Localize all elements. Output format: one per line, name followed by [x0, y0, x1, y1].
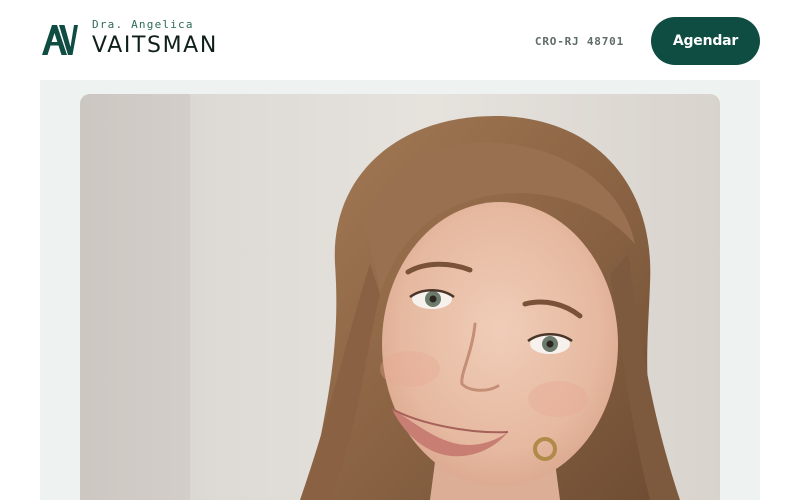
license-number: CRO-RJ 48701: [534, 35, 624, 48]
brand-logo-link[interactable]: Dra. Angelica VAITSMAN: [40, 18, 218, 60]
portrait-photo: [80, 94, 720, 500]
brand-name: Dra. Angelica VAITSMAN: [92, 18, 218, 60]
site-header: Dra. Angelica VAITSMAN CRO-RJ 48701 Agen…: [0, 0, 800, 80]
schedule-button[interactable]: Agendar: [651, 17, 760, 65]
brand-last-name: VAITSMAN: [92, 33, 218, 58]
hero-section: [40, 80, 760, 500]
monogram-logo: [42, 25, 78, 55]
portrait-illustration: [80, 94, 720, 500]
brand-first-name: Dra. Angelica: [92, 18, 194, 31]
